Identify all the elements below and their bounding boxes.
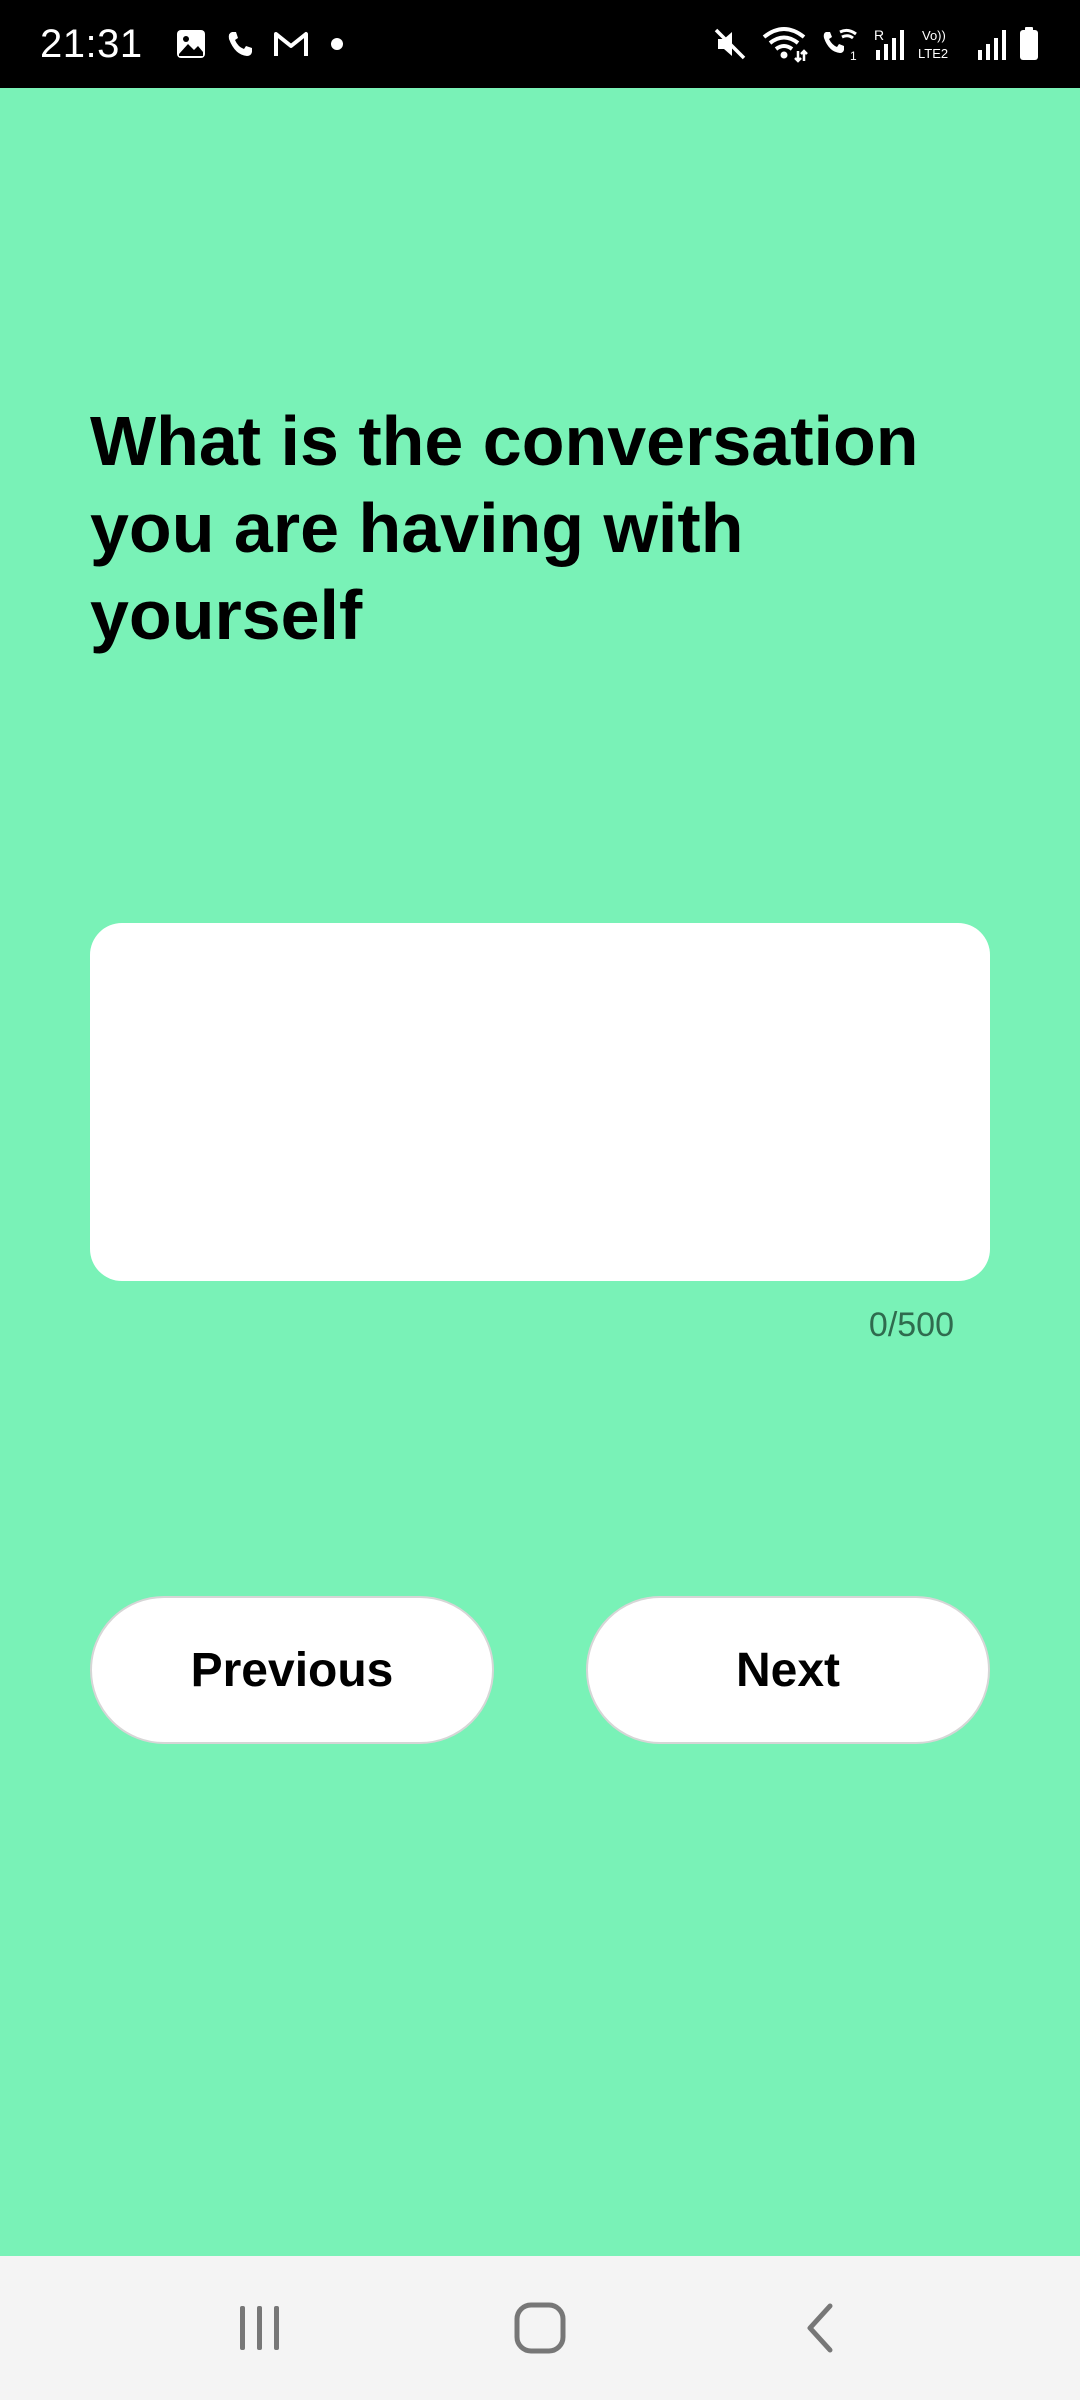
mute-icon <box>712 26 748 62</box>
recent-apps-button[interactable] <box>200 2278 320 2378</box>
dot-icon <box>327 34 347 54</box>
signal-icon: R <box>872 26 906 62</box>
status-left: 21:31 <box>40 22 347 67</box>
home-button[interactable] <box>480 2278 600 2378</box>
home-icon <box>514 2302 566 2354</box>
back-button[interactable] <box>760 2278 880 2378</box>
answer-input[interactable] <box>90 923 990 1281</box>
recent-apps-icon <box>240 2306 279 2350</box>
svg-text:1: 1 <box>850 49 857 62</box>
signal-icon-2 <box>976 26 1006 62</box>
svg-text:LTE2: LTE2 <box>918 46 948 61</box>
status-right: 1 R Vo)) LTE2 <box>712 25 1040 63</box>
gmail-icon <box>273 29 309 59</box>
main-content: What is the conversation you are having … <box>0 88 1080 2256</box>
status-bar: 21:31 1 R Vo)) LTE2 <box>0 0 1080 88</box>
wifi-icon <box>760 25 808 63</box>
wifi-calling-icon: 1 <box>820 26 860 62</box>
volte-icon: Vo)) LTE2 <box>918 26 964 62</box>
svg-text:Vo)): Vo)) <box>922 28 946 43</box>
previous-button[interactable]: Previous <box>90 1596 494 1744</box>
navigation-bar <box>0 2256 1080 2400</box>
character-counter: 0/500 <box>868 1306 954 1344</box>
svg-text:R: R <box>874 27 884 43</box>
battery-icon <box>1018 26 1040 62</box>
next-button[interactable]: Next <box>586 1596 990 1744</box>
phone-icon <box>225 29 255 59</box>
back-icon <box>807 2303 833 2353</box>
question-title: What is the conversation you are having … <box>90 402 919 654</box>
status-time: 21:31 <box>40 21 143 66</box>
gallery-icon <box>175 28 207 60</box>
